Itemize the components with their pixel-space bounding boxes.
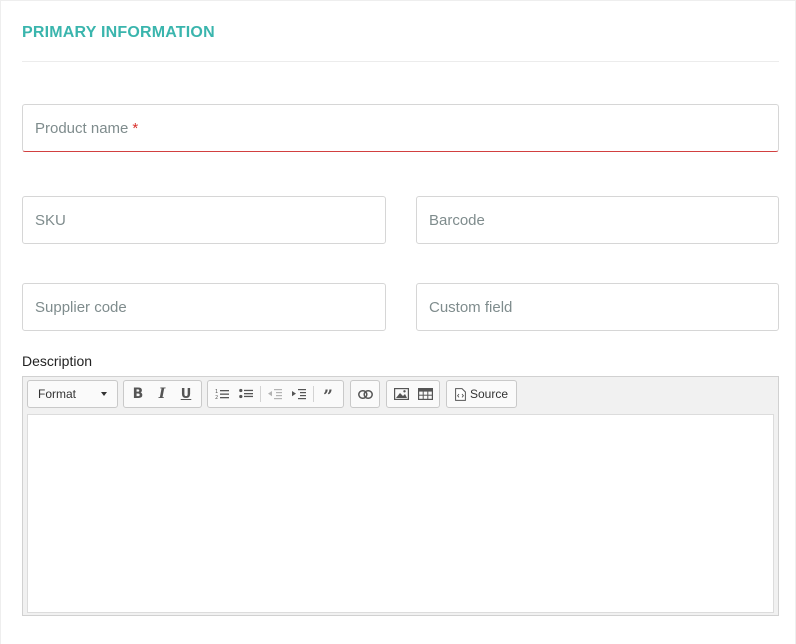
supplier-code-input[interactable]: [23, 284, 385, 330]
link-group: [350, 380, 380, 408]
insert-group: [386, 380, 440, 408]
editor-content-area[interactable]: [27, 414, 774, 613]
italic-button[interactable]: I: [150, 381, 174, 407]
link-icon: [357, 389, 373, 399]
custom-field-input[interactable]: [417, 284, 778, 330]
editor-toolbar: Format B I U 1 2 ” Source: [23, 377, 778, 413]
barcode-input[interactable]: [417, 197, 778, 243]
bulleted-list-button[interactable]: [234, 381, 258, 407]
source-button[interactable]: Source: [446, 380, 517, 408]
bold-icon: B: [132, 386, 144, 402]
blockquote-button[interactable]: ”: [316, 381, 340, 407]
bulleted-list-icon: [239, 388, 253, 399]
format-label: Format: [38, 387, 77, 401]
image-icon: [393, 388, 409, 400]
link-button[interactable]: [353, 381, 377, 407]
toolbar-separator: [313, 386, 314, 402]
source-label: Source: [470, 387, 509, 401]
section-divider: [22, 61, 779, 62]
paragraph-group: 1 2 ”: [207, 380, 344, 408]
underline-button[interactable]: U: [174, 381, 198, 407]
custom-field-field[interactable]: [416, 283, 779, 331]
section-title: PRIMARY INFORMATION: [22, 24, 215, 41]
supplier-code-field[interactable]: [22, 283, 386, 331]
text-style-group: B I U: [123, 380, 202, 408]
image-button[interactable]: [389, 381, 413, 407]
decrease-indent-icon: [268, 389, 282, 400]
format-dropdown[interactable]: Format: [27, 380, 118, 408]
toolbar-separator: [260, 386, 261, 402]
underline-icon: U: [180, 386, 192, 402]
blockquote-icon: ”: [323, 386, 333, 407]
table-button[interactable]: [413, 381, 437, 407]
table-icon: [417, 388, 433, 400]
primary-information-panel: PRIMARY INFORMATION Product name* Descri…: [0, 0, 796, 644]
source-icon: [455, 387, 466, 401]
sku-input[interactable]: [23, 197, 385, 243]
italic-icon: I: [158, 386, 166, 402]
numbered-list-icon: 1 2: [215, 389, 229, 400]
increase-indent-icon: [292, 389, 306, 400]
caret-down-icon: [101, 392, 107, 396]
bold-button[interactable]: B: [126, 381, 150, 407]
product-name-input[interactable]: [23, 105, 778, 151]
product-name-field[interactable]: Product name *: [22, 104, 779, 152]
numbered-list-button[interactable]: 1 2: [210, 381, 234, 407]
description-label: Description: [22, 353, 93, 369]
decrease-indent-button[interactable]: [263, 381, 287, 407]
description-editor: Format B I U 1 2 ” Source: [22, 376, 779, 616]
sku-field[interactable]: [22, 196, 386, 244]
increase-indent-button[interactable]: [287, 381, 311, 407]
svg-text:2: 2: [215, 395, 218, 400]
barcode-field[interactable]: [416, 196, 779, 244]
